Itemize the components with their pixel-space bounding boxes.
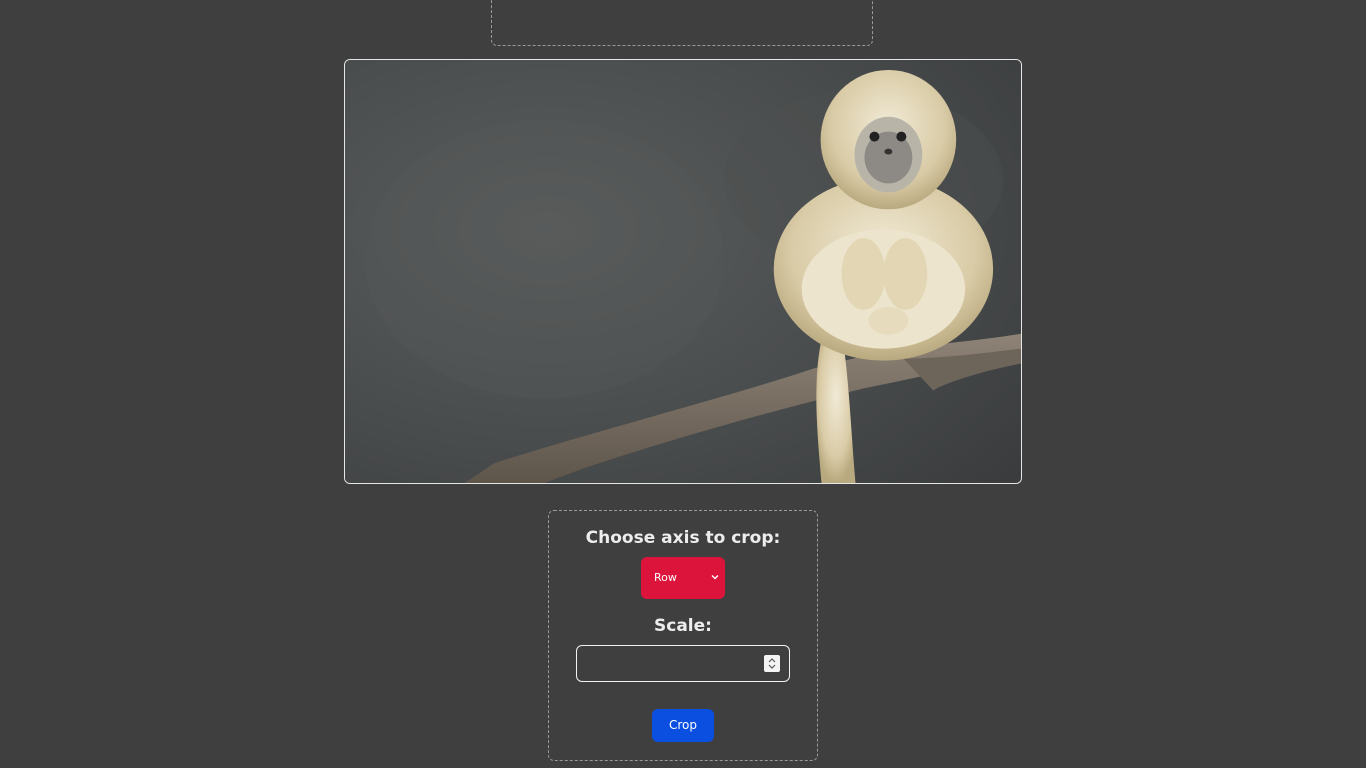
monkey-photo — [345, 60, 1021, 483]
spinner-arrows-icon — [768, 658, 776, 669]
chevron-down-icon — [711, 575, 719, 580]
crop-controls-panel: Choose axis to crop: Row Scale: Crop — [548, 510, 818, 761]
upload-drop-zone[interactable] — [491, 0, 873, 46]
scale-input[interactable] — [583, 652, 757, 676]
axis-select[interactable]: Row — [641, 557, 725, 599]
axis-select-value: Row — [654, 571, 677, 584]
crop-button[interactable]: Crop — [652, 709, 714, 742]
number-spinner[interactable] — [764, 655, 780, 672]
image-preview — [344, 59, 1022, 484]
scale-label: Scale: — [654, 616, 712, 636]
scale-input-wrapper — [576, 645, 790, 682]
axis-label: Choose axis to crop: — [585, 528, 781, 548]
